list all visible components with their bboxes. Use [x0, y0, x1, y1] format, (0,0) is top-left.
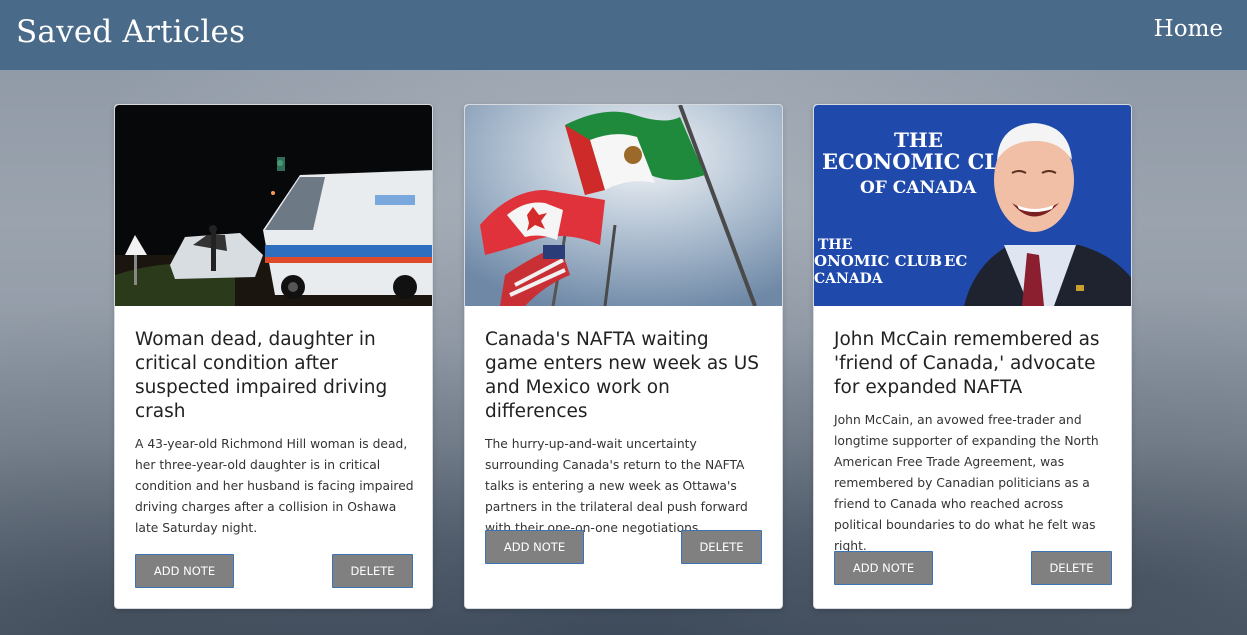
add-note-button[interactable]: ADD NOTE — [135, 554, 234, 588]
article-card: Canada's NAFTA waiting game enters new w… — [464, 104, 783, 609]
article-title[interactable]: Canada's NAFTA waiting game enters new w… — [485, 328, 765, 424]
article-body: John McCain remembered as 'friend of Can… — [834, 328, 1114, 557]
navbar: Saved Articles Home — [0, 0, 1247, 70]
article-summary: The hurry-up-and-wait uncertainty surrou… — [485, 437, 748, 535]
image-text-canada: CANADA — [814, 271, 884, 287]
article-title[interactable]: Woman dead, daughter in critical conditi… — [135, 328, 415, 424]
brand-title[interactable]: Saved Articles — [16, 14, 245, 50]
add-note-button[interactable]: ADD NOTE — [485, 530, 584, 564]
image-text-the-2: THE — [818, 237, 852, 253]
home-link[interactable]: Home — [1154, 16, 1223, 42]
article-body: Canada's NAFTA waiting game enters new w… — [485, 328, 765, 539]
image-text-onomic-club: ONOMIC CLUB — [814, 252, 942, 270]
delete-button[interactable]: DELETE — [332, 554, 413, 588]
article-image — [115, 105, 432, 306]
delete-button[interactable]: DELETE — [681, 530, 762, 564]
article-summary: A 43-year-old Richmond Hill woman is dea… — [135, 437, 414, 535]
article-summary: John McCain, an avowed free-trader and l… — [834, 413, 1099, 553]
article-title[interactable]: John McCain remembered as 'friend of Can… — [834, 328, 1114, 400]
article-card: THE ECONOMIC CLUB OF CANADA THE ONOMIC C… — [813, 104, 1132, 609]
article-card: Woman dead, daughter in critical conditi… — [114, 104, 433, 609]
article-image — [465, 105, 782, 306]
article-body: Woman dead, daughter in critical conditi… — [135, 328, 415, 539]
article-image: THE ECONOMIC CLUB OF CANADA THE ONOMIC C… — [814, 105, 1131, 306]
image-text-ec: EC — [944, 252, 967, 270]
add-note-button[interactable]: ADD NOTE — [834, 551, 933, 585]
delete-button[interactable]: DELETE — [1031, 551, 1112, 585]
image-text-of-canada: OF CANADA — [860, 178, 977, 198]
